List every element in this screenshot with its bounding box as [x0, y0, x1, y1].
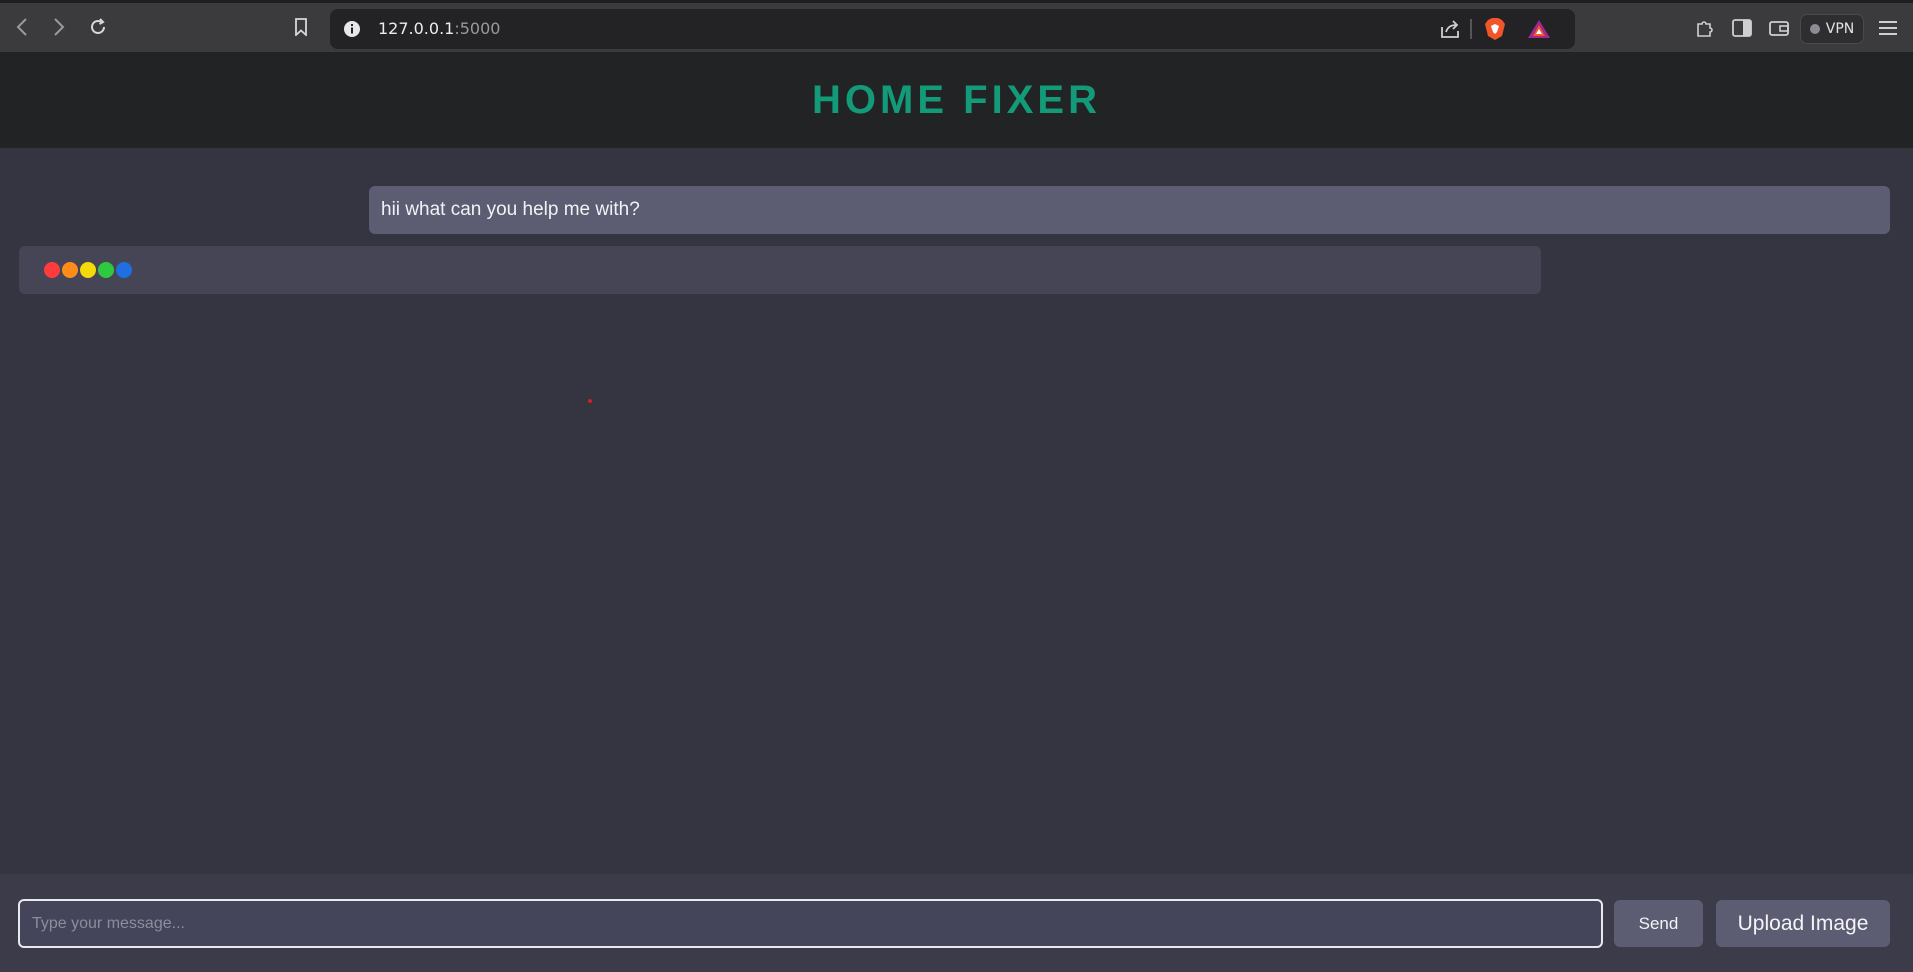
bot-message-typing [19, 246, 1541, 294]
vpn-label: VPN [1825, 21, 1855, 37]
chat-area[interactable]: hii what can you help me with? [0, 148, 1913, 874]
vpn-status-icon [1809, 24, 1820, 34]
url-divider [1470, 19, 1472, 39]
typing-dot [62, 262, 78, 278]
extensions-icon[interactable] [1692, 15, 1718, 41]
typing-indicator [44, 262, 132, 278]
url-port: :5000 [454, 19, 501, 38]
app-header: HOME FIXER [0, 52, 1913, 148]
message-composer: Send Upload Image [0, 874, 1913, 972]
url-host: 127.0.0.1 [378, 19, 455, 38]
typing-dot [98, 262, 114, 278]
reload-icon[interactable] [84, 13, 112, 41]
share-icon[interactable] [1440, 19, 1462, 39]
typing-dot [116, 262, 132, 278]
address-bar[interactable]: 127.0.0.1:5000 [330, 9, 1575, 49]
sidebar-icon[interactable] [1729, 15, 1755, 41]
user-message: hii what can you help me with? [369, 186, 1890, 234]
mouse-cursor-marker [588, 399, 592, 403]
url-text[interactable]: 127.0.0.1:5000 [378, 9, 500, 49]
message-input[interactable] [18, 899, 1603, 948]
back-icon[interactable] [8, 13, 36, 41]
bookmark-icon[interactable] [287, 13, 315, 41]
wallet-icon[interactable] [1766, 15, 1792, 41]
typing-dot [44, 262, 60, 278]
browser-toolbar: 127.0.0.1:5000 VPN [0, 0, 1913, 52]
send-button[interactable]: Send [1614, 900, 1703, 947]
forward-icon[interactable] [45, 13, 73, 41]
brave-rewards-icon[interactable] [1527, 18, 1551, 40]
vpn-button[interactable]: VPN [1800, 14, 1864, 44]
upload-image-button[interactable]: Upload Image [1716, 900, 1890, 947]
menu-icon[interactable] [1875, 15, 1901, 41]
typing-dot [80, 262, 96, 278]
info-icon[interactable] [342, 19, 362, 39]
brave-shield-icon[interactable] [1484, 17, 1506, 41]
page-title: HOME FIXER [812, 77, 1101, 122]
